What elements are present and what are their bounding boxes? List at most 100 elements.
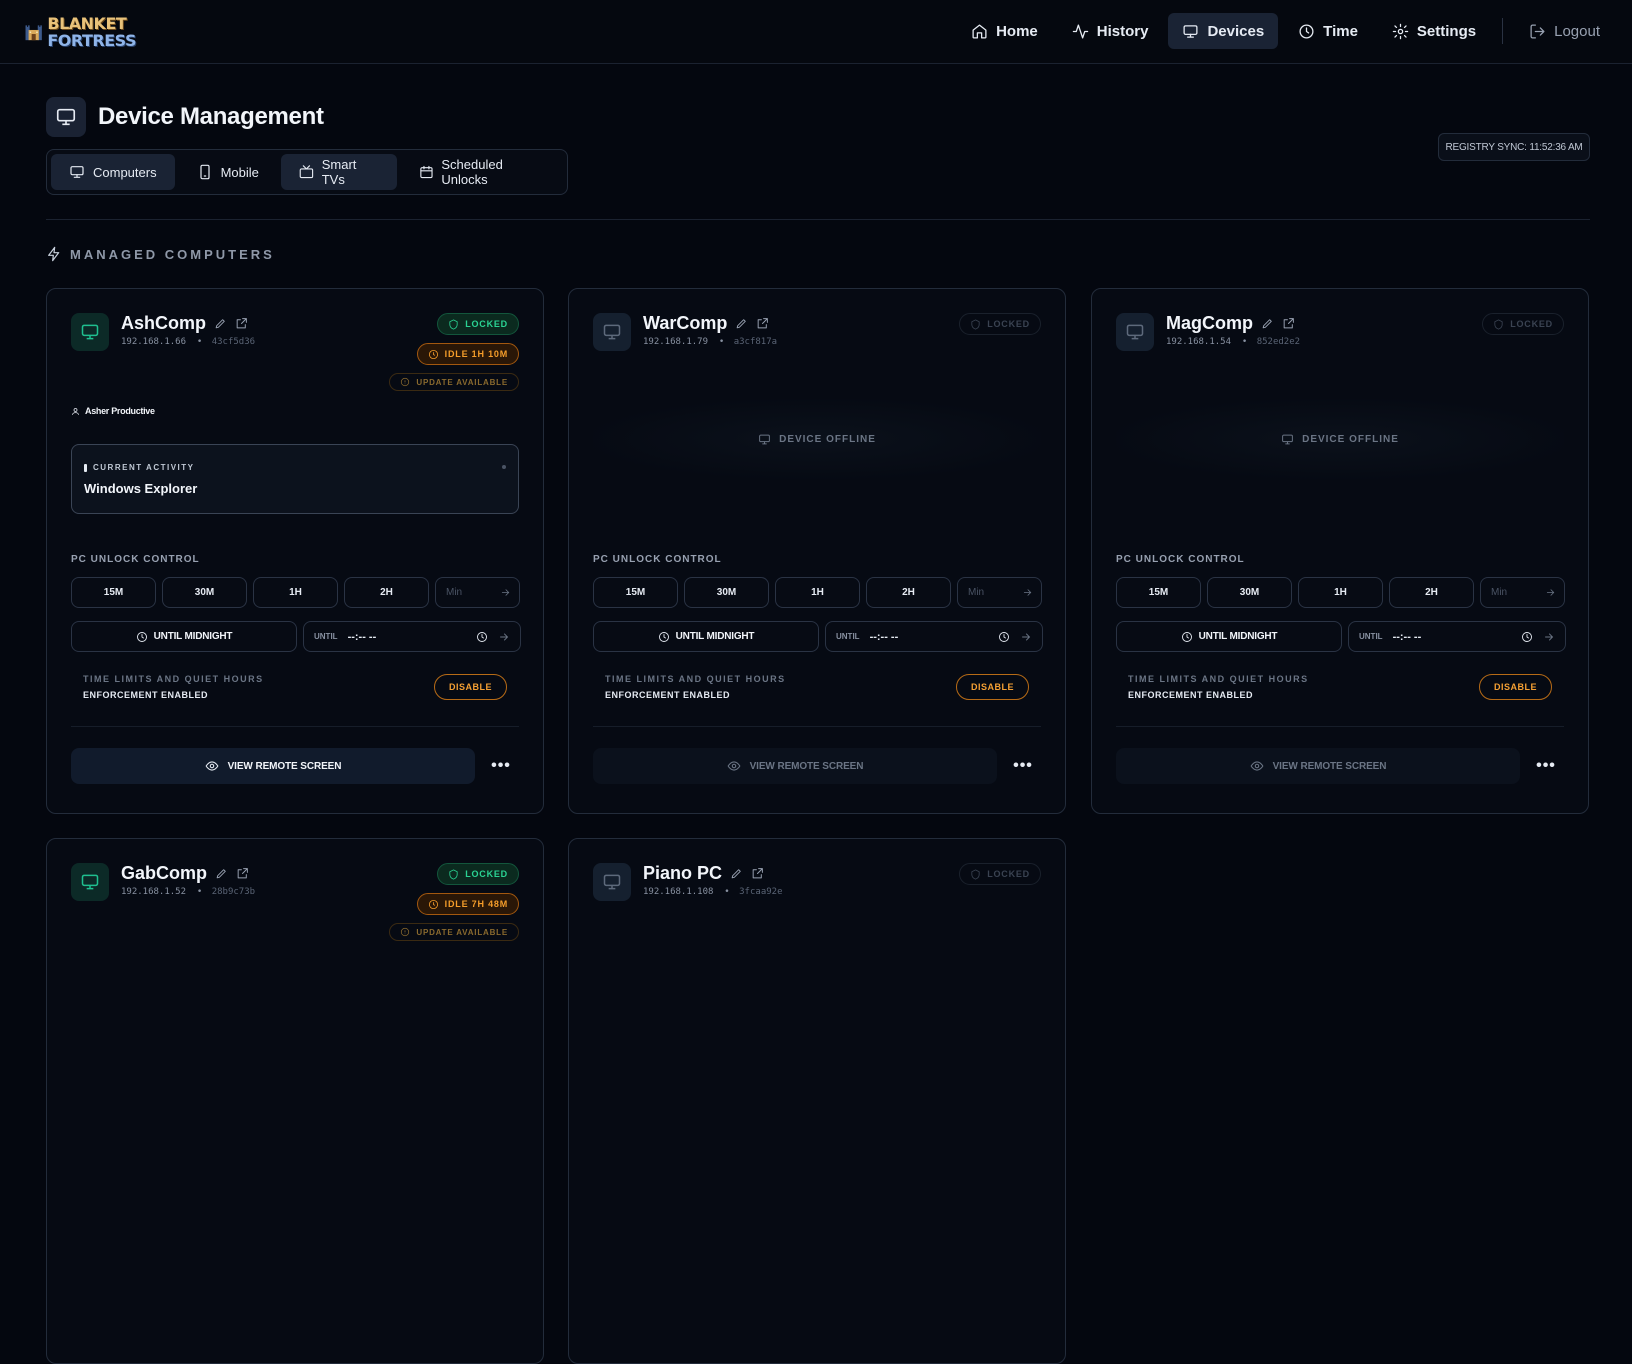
custom-minutes-input[interactable]: Min — [435, 577, 520, 608]
main-nav: Home History Devices Time Settings Logou… — [957, 13, 1614, 49]
clock-icon[interactable] — [1521, 631, 1533, 643]
time-placeholder: --:-- -- — [869, 630, 899, 643]
device-offline-panel: DEVICE OFFLINE — [593, 399, 1041, 479]
device-card: GabComp 192.168.1.52 • 28b9c73b LOCKED I… — [46, 838, 544, 1364]
update-badge[interactable]: UPDATE AVAILABLE — [389, 923, 519, 941]
nav-settings[interactable]: Settings — [1378, 13, 1490, 49]
nav-logout[interactable]: Logout — [1515, 13, 1614, 49]
tab-scheduled-unlocks[interactable]: Scheduled Unlocks — [401, 154, 564, 190]
custom-minutes-input[interactable]: Min — [957, 577, 1042, 608]
external-link-icon[interactable] — [236, 867, 249, 880]
disable-button[interactable]: DISABLE — [955, 674, 1029, 700]
more-options-button[interactable]: ••• — [1528, 748, 1564, 784]
external-link-icon[interactable] — [756, 317, 769, 330]
shield-icon — [971, 868, 980, 880]
unlock-15m-button[interactable]: 15M — [71, 577, 156, 608]
nav-devices[interactable]: Devices — [1168, 13, 1279, 49]
device-card: Piano PC 192.168.1.108 • 3fcaa92e LOCKED — [568, 838, 1066, 1364]
unlock-1h-button[interactable]: 1H — [1298, 577, 1383, 608]
update-text: UPDATE AVAILABLE — [416, 377, 508, 387]
unlock-15m-button[interactable]: 15M — [593, 577, 678, 608]
tab-computers[interactable]: Computers — [51, 154, 175, 190]
unlock-1h-button[interactable]: 1H — [775, 577, 860, 608]
tab-mobile[interactable]: Mobile — [179, 154, 277, 190]
until-midnight-button[interactable]: UNTIL MIDNIGHT — [71, 621, 297, 652]
enforcement-status: ENFORCEMENT ENABLED — [83, 690, 209, 700]
more-options-button[interactable]: ••• — [483, 748, 519, 784]
locked-badge: LOCKED — [437, 863, 519, 885]
external-link-icon[interactable] — [1282, 317, 1295, 330]
activity-icon — [1072, 23, 1088, 39]
nav-time[interactable]: Time — [1284, 13, 1372, 49]
nav-history[interactable]: History — [1058, 13, 1163, 49]
nav-home[interactable]: Home — [957, 13, 1052, 49]
activity-indicator — [502, 465, 506, 469]
device-hash: a3cf817a — [733, 337, 778, 347]
arrow-right-icon[interactable] — [1543, 631, 1555, 643]
unlock-2h-button[interactable]: 2H — [866, 577, 951, 608]
device-card: AshComp 192.168.1.66 • 43cf5d36 LOCKED I… — [46, 288, 544, 814]
locked-badge: LOCKED — [437, 313, 519, 335]
view-remote-screen-button[interactable]: VIEW REMOTE SCREEN — [593, 748, 997, 784]
until-time-input[interactable]: UNTIL --:-- -- — [303, 621, 521, 652]
until-midnight-button[interactable]: UNTIL MIDNIGHT — [593, 621, 819, 652]
external-link-icon[interactable] — [751, 867, 764, 880]
device-name: WarComp — [643, 313, 769, 334]
until-time-input[interactable]: UNTIL --:-- -- — [1348, 621, 1566, 652]
arrow-right-icon[interactable] — [1022, 587, 1033, 598]
locked-text: LOCKED — [987, 869, 1030, 879]
external-link-icon[interactable] — [235, 317, 248, 330]
user-name: Asher Productive — [85, 406, 155, 416]
device-name: GabComp — [121, 863, 249, 884]
update-badge[interactable]: UPDATE AVAILABLE — [389, 373, 519, 391]
pencil-icon[interactable] — [735, 317, 748, 330]
disable-button[interactable]: DISABLE — [433, 674, 507, 700]
device-ip: 192.168.1.79 — [643, 337, 709, 347]
device-meta: 192.168.1.66 • 43cf5d36 — [121, 337, 256, 347]
arrow-right-icon[interactable] — [498, 631, 510, 643]
arrow-right-icon[interactable] — [1545, 587, 1556, 598]
pencil-icon[interactable] — [215, 867, 228, 880]
current-activity-panel: CURRENT ACTIVITY Windows Explorer — [71, 444, 519, 514]
until-time-input[interactable]: UNTIL --:-- -- — [825, 621, 1043, 652]
device-offline-panel: DEVICE OFFLINE — [1116, 399, 1564, 479]
current-activity-label: CURRENT ACTIVITY — [84, 463, 194, 472]
device-name-text: Piano PC — [643, 863, 723, 883]
until-label: UNTIL — [314, 632, 338, 641]
until-midnight-button[interactable]: UNTIL MIDNIGHT — [1116, 621, 1342, 652]
info-icon — [401, 927, 410, 937]
unlock-30m-button[interactable]: 30M — [684, 577, 769, 608]
time-placeholder: --:-- -- — [347, 630, 377, 643]
arrow-right-icon[interactable] — [500, 587, 511, 598]
app-logo[interactable]: BLANKET FORTRESS — [24, 12, 136, 52]
disable-button[interactable]: DISABLE — [1478, 674, 1552, 700]
tab-smart-tvs[interactable]: Smart TVs — [280, 154, 397, 190]
smartphone-icon — [199, 164, 210, 180]
enforcement-status: ENFORCEMENT ENABLED — [1128, 690, 1254, 700]
unlock-15m-button[interactable]: 15M — [1116, 577, 1201, 608]
unlock-2h-button[interactable]: 2H — [1389, 577, 1474, 608]
more-options-button[interactable]: ••• — [1005, 748, 1041, 784]
device-card: MagComp 192.168.1.54 • 852ed2e2 LOCKED D… — [1091, 288, 1589, 814]
limits-label: TIME LIMITS AND QUIET HOURS — [605, 674, 786, 684]
pencil-icon[interactable] — [1261, 317, 1274, 330]
custom-minutes-input[interactable]: Min — [1480, 577, 1565, 608]
arrow-right-icon[interactable] — [1020, 631, 1032, 643]
clock-icon[interactable] — [998, 631, 1010, 643]
monitor-icon — [70, 166, 84, 178]
view-remote-screen-button[interactable]: VIEW REMOTE SCREEN — [1116, 748, 1520, 784]
unlock-30m-button[interactable]: 30M — [1207, 577, 1292, 608]
pc-unlock-label: PC UNLOCK CONTROL — [1116, 554, 1245, 565]
unlock-1h-button[interactable]: 1H — [253, 577, 338, 608]
pencil-icon[interactable] — [214, 317, 227, 330]
info-icon — [401, 377, 410, 387]
limits-label: TIME LIMITS AND QUIET HOURS — [83, 674, 264, 684]
view-remote-screen-button[interactable]: VIEW REMOTE SCREEN — [71, 748, 475, 784]
nav-home-label: Home — [996, 22, 1038, 40]
nav-settings-label: Settings — [1416, 22, 1477, 40]
unlock-30m-button[interactable]: 30M — [162, 577, 247, 608]
unlock-2h-button[interactable]: 2H — [344, 577, 429, 608]
monitor-icon — [603, 324, 621, 340]
pencil-icon[interactable] — [730, 867, 743, 880]
clock-icon[interactable] — [476, 631, 488, 643]
